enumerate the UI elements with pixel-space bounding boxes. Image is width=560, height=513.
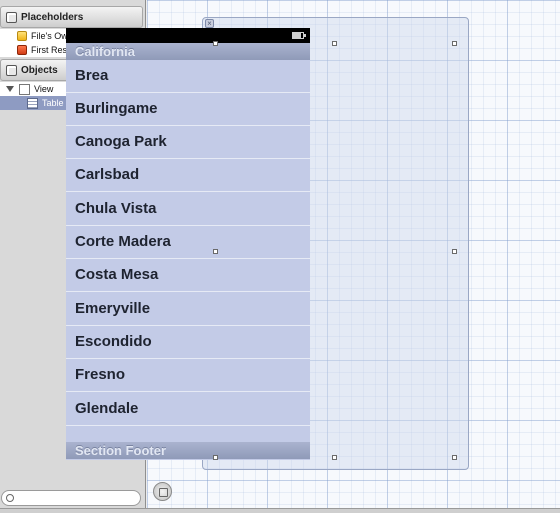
table-row[interactable]: Costa Mesa bbox=[66, 259, 310, 292]
disclosure-triangle-icon[interactable] bbox=[6, 86, 14, 92]
table-row[interactable]: Emeryville bbox=[66, 293, 310, 326]
status-bar bbox=[66, 28, 310, 43]
table-row[interactable]: Fresno bbox=[66, 359, 310, 392]
search-icon bbox=[6, 494, 14, 502]
table-view-icon bbox=[27, 97, 38, 109]
outline-filter-field[interactable] bbox=[1, 490, 141, 506]
resize-handle-bottom[interactable] bbox=[332, 455, 337, 460]
placeholders-header-label: Placeholders bbox=[21, 11, 84, 23]
section-header: California bbox=[66, 43, 310, 60]
table-row[interactable]: Escondido bbox=[66, 326, 310, 359]
resize-handle-left[interactable] bbox=[213, 249, 218, 254]
table-row[interactable]: Corte Madera bbox=[66, 226, 310, 259]
resize-handle-top-right[interactable] bbox=[452, 41, 457, 46]
empty-table-row bbox=[66, 426, 310, 439]
table-row[interactable]: Canoga Park bbox=[66, 126, 310, 159]
placeholders-header[interactable]: Placeholders bbox=[0, 6, 143, 28]
cube-icon bbox=[6, 64, 17, 76]
files-owner-icon bbox=[17, 31, 27, 41]
table-row[interactable]: Brea bbox=[66, 60, 310, 93]
resize-handle-right[interactable] bbox=[452, 249, 457, 254]
close-icon[interactable]: × bbox=[205, 19, 214, 28]
battery-icon bbox=[292, 32, 306, 39]
objects-header-label: Objects bbox=[21, 64, 58, 76]
table-row[interactable]: Carlsbad bbox=[66, 159, 310, 192]
table-row[interactable]: Glendale bbox=[66, 393, 310, 426]
resize-handle-top[interactable] bbox=[332, 41, 337, 46]
zoom-button[interactable] bbox=[153, 482, 172, 501]
table-row[interactable]: Chula Vista bbox=[66, 193, 310, 226]
object-label: View bbox=[34, 84, 54, 94]
resize-handle-bottom-left[interactable] bbox=[213, 455, 218, 460]
table-row[interactable]: Burlingame bbox=[66, 93, 310, 126]
section-footer: Section Footer bbox=[66, 442, 310, 459]
table-view[interactable]: California Brea Burlingame Canoga Park C… bbox=[66, 43, 310, 460]
resize-handle-bottom-right[interactable] bbox=[452, 455, 457, 460]
resize-handle-top-left[interactable] bbox=[213, 41, 218, 46]
first-responder-icon bbox=[17, 45, 27, 55]
bottom-status-strip bbox=[0, 508, 560, 513]
cube-icon bbox=[6, 11, 17, 23]
view-icon bbox=[19, 83, 30, 95]
